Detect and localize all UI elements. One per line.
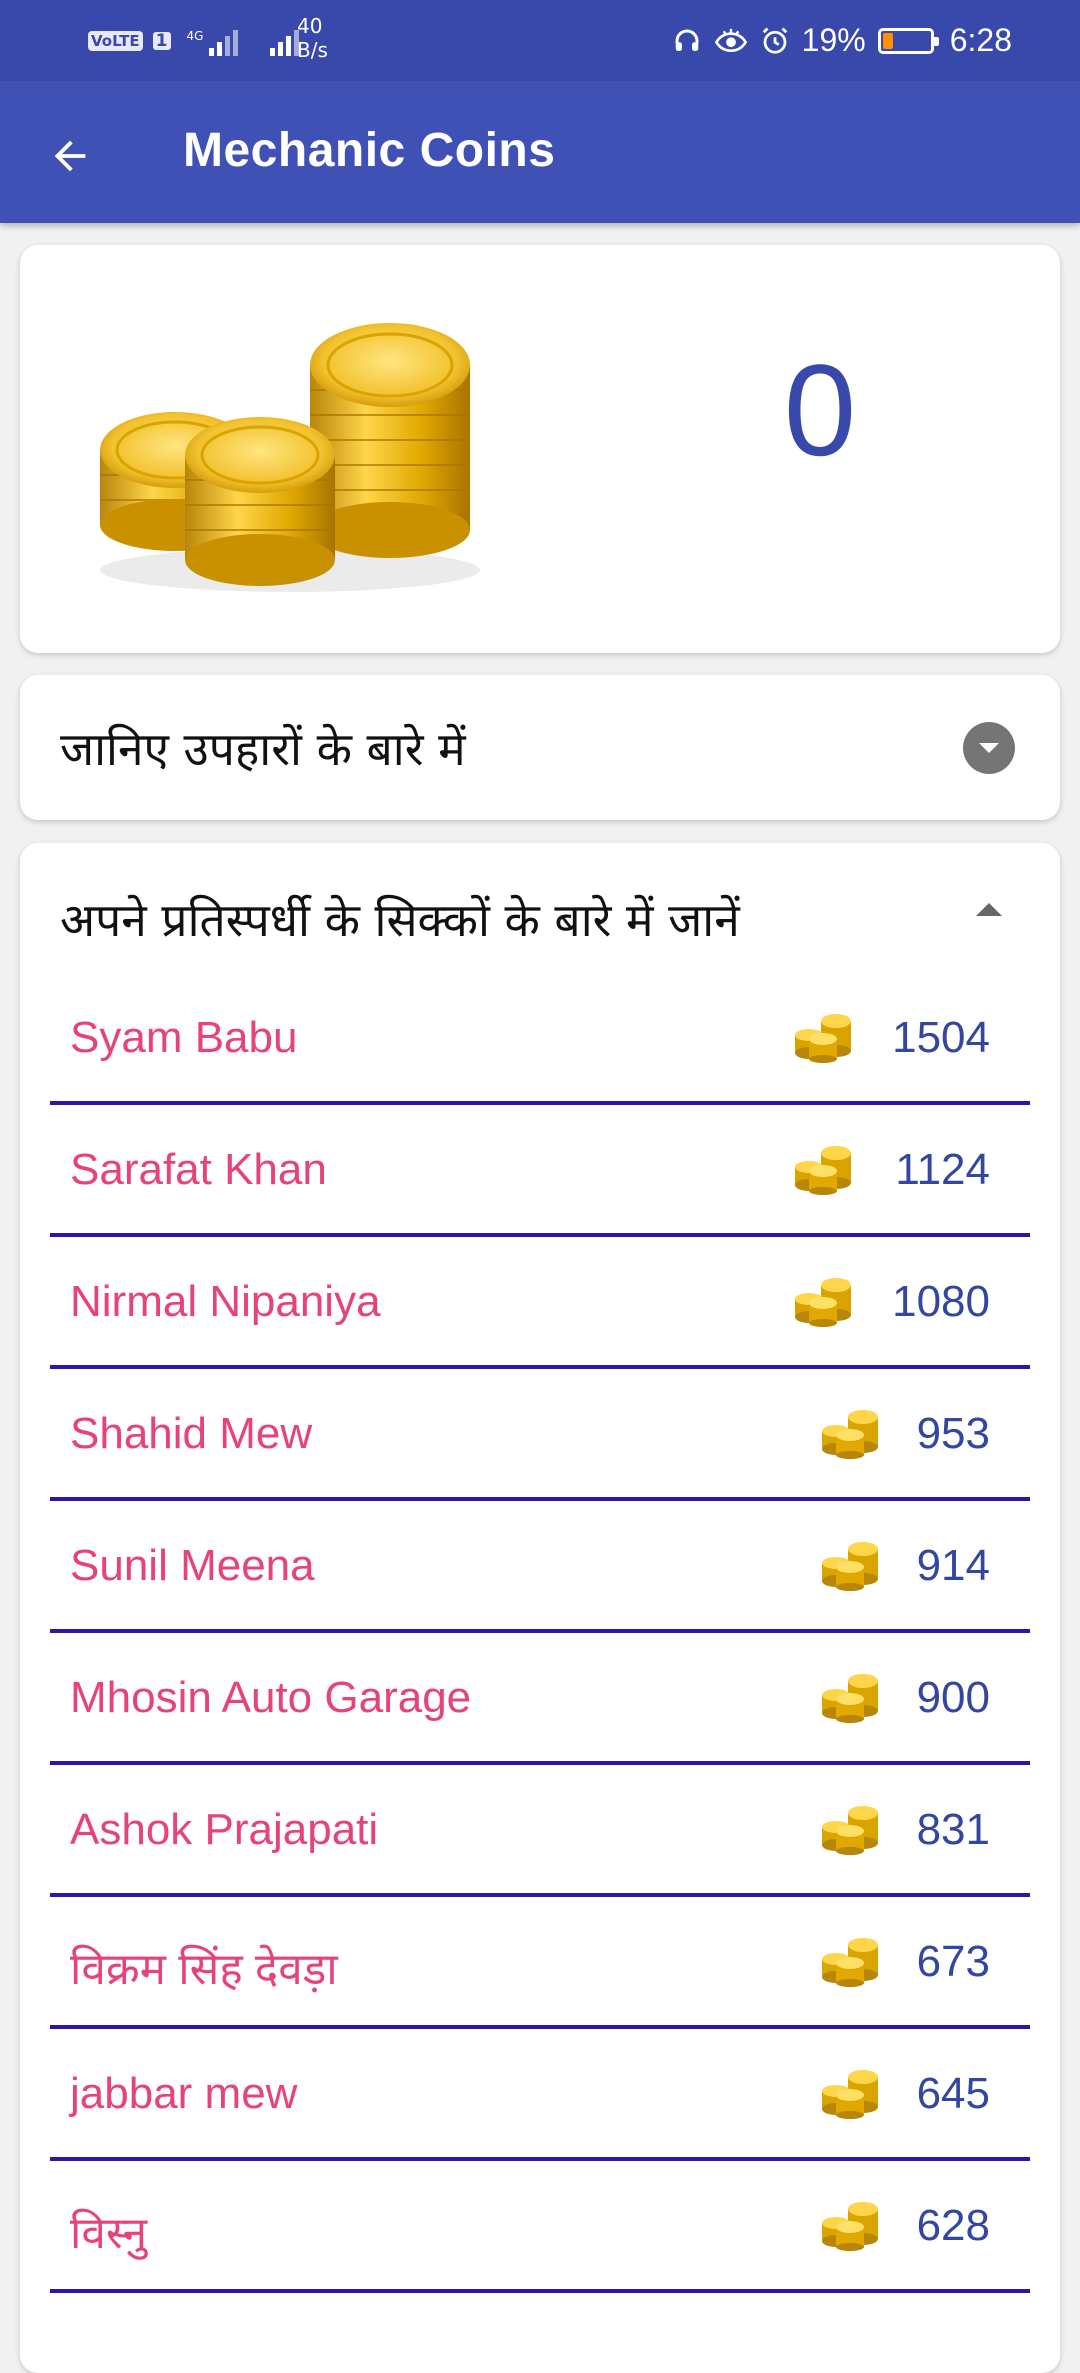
coins-icon <box>822 1938 878 1987</box>
list-item[interactable]: Sunil Meena 914 <box>50 1501 1030 1633</box>
triangle-up-icon[interactable] <box>976 903 1002 916</box>
rival-coins: 831 <box>916 1805 990 1854</box>
coins-icon <box>822 1410 878 1459</box>
eye-comfort-icon <box>714 26 748 56</box>
list-item[interactable]: Nirmal Nipaniya 1080 <box>50 1237 1030 1369</box>
gold-coin-stack-image <box>100 323 480 592</box>
list-item[interactable]: jabbar mew 645 <box>50 2029 1030 2161</box>
alarm-icon <box>760 26 790 56</box>
rival-list: Syam Babu 1504 Sarafat Khan 1124 Nirmal … <box>50 973 1030 2373</box>
rival-coins: 645 <box>916 2069 990 2118</box>
rival-coins: 1080 <box>892 1277 990 1326</box>
list-item[interactable]: Shahid Mew 953 <box>50 1369 1030 1501</box>
rival-coins: 1504 <box>892 1013 990 1062</box>
gifts-info-title: जानिए उपहारों के बारे में <box>60 722 466 776</box>
rival-name: Syam Babu <box>70 1013 298 1062</box>
list-item[interactable] <box>50 2293 1030 2373</box>
list-item[interactable]: विस्नु 628 <box>50 2161 1030 2293</box>
coins-icon <box>822 2070 878 2119</box>
coins-icon <box>822 1674 878 1723</box>
headset-icon <box>672 26 702 56</box>
list-item[interactable]: Sarafat Khan 1124 <box>50 1105 1030 1237</box>
rival-coins: 953 <box>916 1409 990 1458</box>
battery-icon <box>877 27 939 54</box>
rivals-header[interactable]: अपने प्रतिस्पर्धी के सिक्कों के बारे में… <box>20 843 1060 973</box>
battery-percent: 19% <box>801 22 866 58</box>
status-right: 19% 6:28 <box>672 0 1012 81</box>
volte-badge: VoLTE <box>88 30 143 51</box>
network-speed-value: 40 <box>297 14 323 38</box>
coins-icon <box>795 1146 851 1195</box>
rival-name: jabbar mew <box>70 2069 298 2118</box>
app-bar: Mechanic Coins <box>0 81 1080 223</box>
arrow-left-icon <box>54 140 86 172</box>
rivals-title: अपने प्रतिस्पर्धी के सिक्कों के बारे में… <box>60 893 740 947</box>
network-speed-unit: B/s <box>297 38 328 62</box>
list-item[interactable]: Syam Babu 1504 <box>50 973 1030 1105</box>
back-button[interactable] <box>40 126 100 186</box>
list-item[interactable]: Mhosin Auto Garage 900 <box>50 1633 1030 1765</box>
clock: 6:28 <box>949 22 1012 58</box>
status-bar: VoLTE 1 4G 40 B/s 19% 6:28 <box>0 0 1080 81</box>
rival-coins: 914 <box>916 1541 990 1590</box>
coins-icon <box>822 1542 878 1591</box>
list-item[interactable]: विक्रम सिंह देवड़ा 673 <box>50 1897 1030 2029</box>
rival-name: Shahid Mew <box>70 1409 313 1458</box>
gifts-info-card[interactable]: जानिए उपहारों के बारे में <box>20 675 1060 820</box>
rival-coins: 628 <box>916 2201 990 2250</box>
signal-sim1-icon: 4G <box>187 26 239 56</box>
network-speed: 40 B/s <box>297 14 328 62</box>
rival-name: Mhosin Auto Garage <box>70 1673 472 1722</box>
rival-coins: 673 <box>916 1937 990 1986</box>
coins-icon <box>795 1278 851 1327</box>
coin-balance-card: 0 <box>20 245 1060 653</box>
coins-icon <box>795 1014 851 1063</box>
list-item[interactable]: Ashok Prajapati 831 <box>50 1765 1030 1897</box>
rival-coins: 1124 <box>895 1145 990 1194</box>
sim-number: 1 <box>152 31 171 50</box>
dropdown-circle-icon[interactable] <box>963 722 1015 774</box>
coin-balance: 0 <box>783 337 857 483</box>
network-type: 4G <box>186 28 204 43</box>
coins-icon <box>822 1806 878 1855</box>
rivals-coins-card: अपने प्रतिस्पर्धी के सिक्कों के बारे में… <box>20 843 1060 2373</box>
rival-name: Ashok Prajapati <box>70 1805 379 1854</box>
rival-name: Sarafat Khan <box>70 1145 327 1194</box>
rival-name: विस्नु <box>70 2209 148 2258</box>
signal-sim2-icon <box>270 26 300 56</box>
status-left: VoLTE 1 4G <box>88 0 300 81</box>
page-title: Mechanic Coins <box>183 124 556 177</box>
rival-coins: 900 <box>916 1673 990 1722</box>
rival-name: Sunil Meena <box>70 1541 315 1590</box>
rival-name: Nirmal Nipaniya <box>70 1277 381 1326</box>
rival-name: विक्रम सिंह देवड़ा <box>70 1945 338 1994</box>
coins-icon <box>822 2202 878 2251</box>
